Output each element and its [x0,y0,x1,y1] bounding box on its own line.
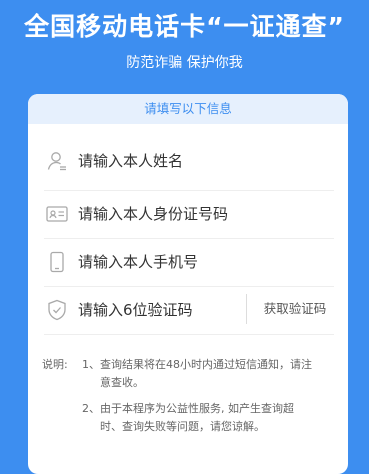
code-separator [246,294,247,324]
code-input-placeholder: 请输入6位验证码 [78,301,193,319]
phone-field[interactable]: 请输入本人手机号 [28,238,348,286]
get-code-button[interactable]: 获取验证码 [254,300,336,318]
id-input-placeholder: 请输入本人身份证号码 [78,205,229,223]
notes-label: 说明: [42,358,68,371]
query-form-card: 请填写以下信息 请输入本人姓名 请输入本人身份证号码 请输入本人手机号 请输入6… [28,94,348,474]
banner-title: 全国移动电话卡“一证通查” [24,12,345,41]
note-2-line-2: 时、查询失败等问题，请您谅解。 [100,420,265,433]
id-number-field[interactable]: 请输入本人身份证号码 [28,190,348,238]
form-header: 请填写以下信息 [28,94,348,124]
note-1-line-1: 1、查询结果将在48小时内通过短信通知，请注 [82,358,312,371]
phone-icon [50,251,64,273]
shield-check-icon [48,299,66,321]
banner-subtitle: 防范诈骗 保护你我 [126,55,243,71]
name-field[interactable]: 请输入本人姓名 [28,137,348,185]
note-2-line-1: 2、由于本程序为公益性服务, 如产生查询超 [82,402,294,415]
person-icon [47,152,66,171]
name-input-placeholder: 请输入本人姓名 [78,152,184,170]
note-1-line-2: 意查收。 [100,376,144,389]
id-card-icon [46,206,68,222]
divider [44,334,334,335]
phone-input-placeholder: 请输入本人手机号 [78,253,199,271]
